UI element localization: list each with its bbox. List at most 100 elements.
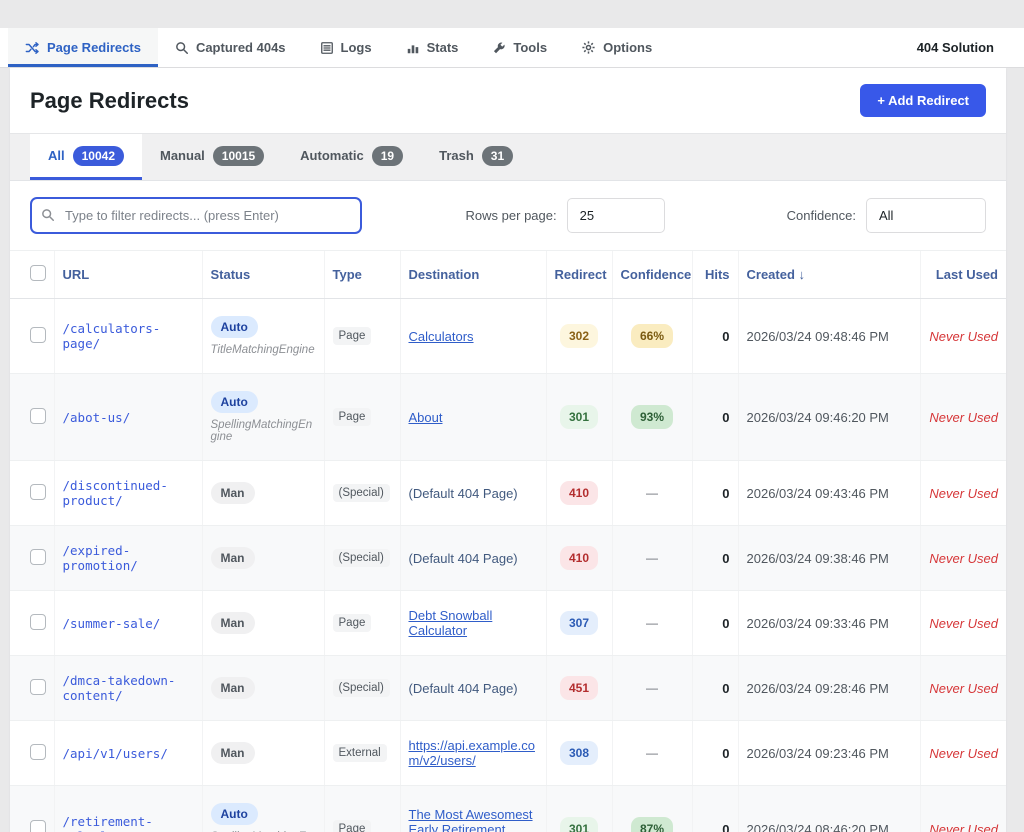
type-pill: (Special) <box>333 679 390 697</box>
created-value: 2026/03/24 09:43:46 PM <box>747 486 889 501</box>
row-url[interactable]: /expired-promotion/ <box>63 543 138 573</box>
table-row: /dmca-takedown-content/ Man (Special) (D… <box>10 656 1006 721</box>
created-value: 2026/03/24 09:33:46 PM <box>747 616 889 631</box>
row-url[interactable]: /calculators-page/ <box>63 321 161 351</box>
column-header-hits[interactable]: Hits <box>692 251 738 299</box>
column-header-confidence[interactable]: Confidence <box>612 251 692 299</box>
status-pill: Man <box>211 612 255 634</box>
page-top-gutter <box>0 0 1024 28</box>
type-pill: Page <box>333 327 372 345</box>
redirect-badge: 301 <box>560 817 598 832</box>
row-checkbox[interactable] <box>30 549 46 565</box>
row-checkbox[interactable] <box>30 679 46 695</box>
confidence-badge: 93% <box>631 405 673 429</box>
confidence-select[interactable]: All <box>866 198 986 233</box>
row-url[interactable]: /discontinued-product/ <box>63 478 168 508</box>
created-value: 2026/03/24 09:48:46 PM <box>747 329 889 344</box>
redirect-badge: 301 <box>560 405 598 429</box>
column-header-destination[interactable]: Destination <box>400 251 546 299</box>
table-row: /summer-sale/ Man Page Debt Snowball Cal… <box>10 591 1006 656</box>
add-redirect-button[interactable]: + Add Redirect <box>860 84 986 117</box>
destination-link[interactable]: Calculators <box>409 329 474 344</box>
confidence-badge: 66% <box>631 324 673 348</box>
nav-tab-page-redirects[interactable]: Page Redirects <box>8 28 158 67</box>
logs-icon <box>320 41 334 55</box>
table-row: /discontinued-product/ Man (Special) (De… <box>10 461 1006 526</box>
status-pill: Man <box>211 677 255 699</box>
column-header-created[interactable]: Created ↓ <box>738 251 920 299</box>
status-pill: Man <box>211 547 255 569</box>
row-checkbox[interactable] <box>30 614 46 630</box>
created-value: 2026/03/24 09:28:46 PM <box>747 681 889 696</box>
redirect-filter-tabs: All 10042 Manual 10015 Automatic 19 Tras… <box>10 133 1006 181</box>
table-row: /api/v1/users/ Man External https://api.… <box>10 721 1006 786</box>
row-checkbox[interactable] <box>30 327 46 343</box>
nav-tab-logs[interactable]: Logs <box>303 28 389 67</box>
column-header-url[interactable]: URL <box>54 251 202 299</box>
wrench-icon <box>492 41 506 55</box>
confidence-badge: — <box>637 741 667 765</box>
row-url[interactable]: /api/v1/users/ <box>63 746 168 761</box>
hits-value: 0 <box>722 486 729 501</box>
filter-redirects-input[interactable] <box>30 197 362 234</box>
tab-trash[interactable]: Trash 31 <box>421 134 531 180</box>
row-checkbox[interactable] <box>30 744 46 760</box>
nav-tab-options[interactable]: Options <box>564 28 669 67</box>
tab-count-badge: 19 <box>372 146 403 166</box>
row-checkbox[interactable] <box>30 484 46 500</box>
redirect-badge: 302 <box>560 324 598 348</box>
hits-value: 0 <box>722 329 729 344</box>
redirects-table: URL Status Type Destination Redirect Con… <box>10 250 1006 832</box>
page-redirects-panel: Page Redirects + Add Redirect All 10042 … <box>10 68 1006 832</box>
last-used-value: Never Used <box>929 329 998 344</box>
nav-tab-stats[interactable]: Stats <box>389 28 476 67</box>
status-pill: Auto <box>211 316 258 338</box>
column-header-status[interactable]: Status <box>202 251 324 299</box>
status-pill: Man <box>211 742 255 764</box>
column-header-last-used[interactable]: Last Used <box>920 251 1006 299</box>
row-checkbox[interactable] <box>30 408 46 424</box>
hits-value: 0 <box>722 746 729 761</box>
nav-tab-label: Tools <box>513 40 547 55</box>
column-header-redirect[interactable]: Redirect <box>546 251 612 299</box>
redirects-table-body: /calculators-page/ Auto TitleMatchingEng… <box>10 299 1006 832</box>
destination-link[interactable]: https://api.example.com/v2/users/ <box>409 738 535 768</box>
select-all-checkbox[interactable] <box>30 265 46 281</box>
hits-value: 0 <box>722 410 729 425</box>
column-header-type[interactable]: Type <box>324 251 400 299</box>
plugin-brand: 404 Solution <box>917 28 994 67</box>
last-used-value: Never Used <box>929 551 998 566</box>
row-url[interactable]: /dmca-takedown-content/ <box>63 673 176 703</box>
row-url[interactable]: /retirement-calculater/ <box>63 814 153 832</box>
nav-tab-tools[interactable]: Tools <box>475 28 564 67</box>
panel-header: Page Redirects + Add Redirect <box>10 68 1006 133</box>
nav-tab-label: Captured 404s <box>196 40 286 55</box>
destination-link[interactable]: About <box>409 410 443 425</box>
row-url[interactable]: /summer-sale/ <box>63 616 161 631</box>
destination-link: (Default 404 Page) <box>409 681 518 696</box>
type-pill: Page <box>333 820 372 832</box>
destination-link[interactable]: Debt Snowball Calculator <box>409 608 493 638</box>
redirect-badge: 308 <box>560 741 598 765</box>
gear-icon <box>581 40 596 55</box>
search-box <box>30 197 362 234</box>
tab-automatic[interactable]: Automatic 19 <box>282 134 421 180</box>
tab-count-badge: 10042 <box>73 146 124 166</box>
last-used-value: Never Used <box>929 486 998 501</box>
confidence-label: Confidence: <box>787 208 856 223</box>
tab-all[interactable]: All 10042 <box>30 134 142 180</box>
rows-per-page-select[interactable]: 25 <box>567 198 665 233</box>
row-checkbox[interactable] <box>30 820 46 832</box>
nav-tab-captured-404s[interactable]: Captured 404s <box>158 28 303 67</box>
destination-link[interactable]: The Most Awesomest Early Retirement Calc… <box>409 807 533 832</box>
last-used-value: Never Used <box>929 746 998 761</box>
table-row: /abot-us/ Auto SpellingMatchingEngine Pa… <box>10 374 1006 461</box>
nav-tab-label: Stats <box>427 40 459 55</box>
tab-manual[interactable]: Manual 10015 <box>142 134 282 180</box>
hits-value: 0 <box>722 681 729 696</box>
nav-tab-label: Logs <box>341 40 372 55</box>
last-used-value: Never Used <box>929 616 998 631</box>
type-pill: (Special) <box>333 484 390 502</box>
created-value: 2026/03/24 09:46:20 PM <box>747 410 889 425</box>
row-url[interactable]: /abot-us/ <box>63 410 131 425</box>
